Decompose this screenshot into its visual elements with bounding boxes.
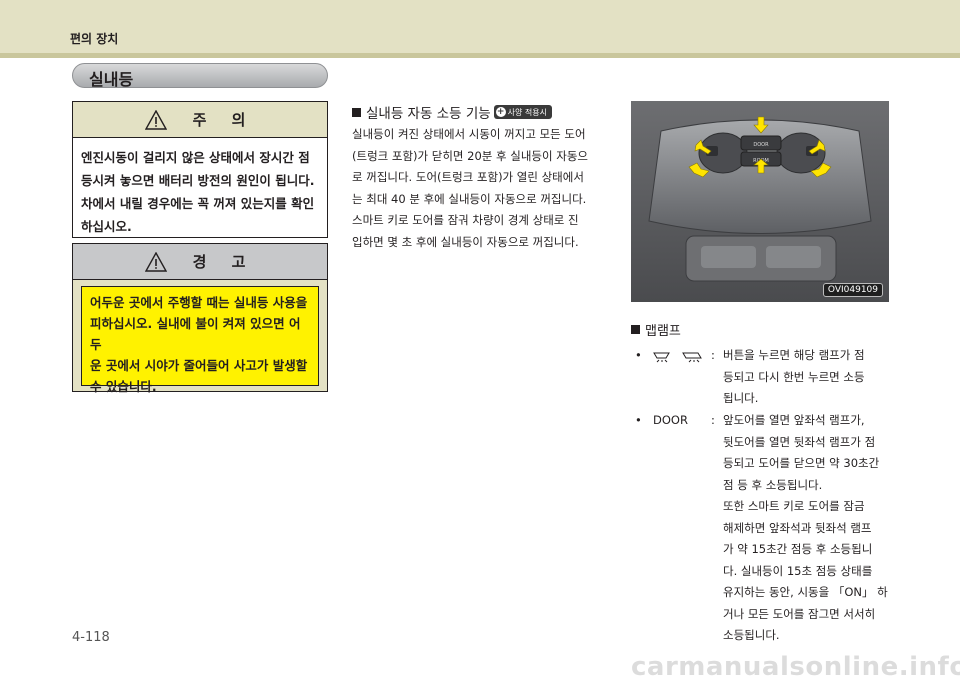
- watermark: carmanualsonline.info: [631, 652, 960, 682]
- section-pill: 실내등: [72, 63, 328, 89]
- paragraph-line: 는 최대 40 분 후에 실내등이 자동으로 꺼집니다.: [352, 191, 587, 206]
- colon: :: [711, 348, 715, 362]
- option-badge: + 사양 적용시: [493, 105, 552, 119]
- paragraph-line: 실내등이 켜진 상태에서 시동이 꺼지고 모든 도어: [352, 127, 586, 141]
- colon: :: [711, 413, 715, 427]
- warning-text-box: 어두운 곳에서 주행할 때는 실내등 사용을 피하십시오. 실내에 불이 켜져 …: [81, 286, 319, 394]
- warning-box: 경 고 어두운 곳에서 주행할 때는 실내등 사용을 피하십시오. 실내에 불이…: [72, 243, 328, 394]
- caution-text: 엔진시동이 걸리지 않은 상태에서 장시간 점 등시켜 놓으면 배터리 방전의 …: [73, 138, 327, 238]
- overhead-console-photo: DOOR ROOM OVI049109: [631, 101, 889, 302]
- caution-line: 엔진시동이 걸리지 않은 상태에서 장시간 점: [81, 150, 310, 165]
- bullet: •: [635, 348, 642, 362]
- page-header-band: 편의 장치: [0, 0, 960, 58]
- page-number: 4-118: [72, 630, 110, 645]
- warning-header: 경 고: [73, 244, 327, 280]
- desc-line: 유지하는 동안, 시동을 「ON」 하: [723, 585, 888, 599]
- map-lamp-title: 맵램프: [645, 324, 681, 339]
- caution-line: 차에서 내릴 경우에는 꼭 꺼져 있는지를 확인: [81, 196, 315, 211]
- map-lamp-icons: [653, 345, 705, 367]
- door-button-label: DOOR: [753, 142, 769, 148]
- paragraph-line: 로 꺼집니다. 도어(트렁크 포함)가 열린 상태에서: [352, 170, 584, 184]
- desc-line: 버튼을 누르면 해당 램프가 점: [723, 348, 865, 362]
- auto-off-heading: 실내등 자동 소등 기능 + 사양 적용시: [352, 102, 552, 122]
- paragraph-line: 스마트 키로 도어를 잠궈 차량이 경계 상태로 진: [352, 213, 579, 227]
- section-pill-label: 실내등: [89, 70, 134, 89]
- caution-line: 등시켜 놓으면 배터리 방전의 원인이 됩니다.: [81, 173, 315, 188]
- desc-line: 등되고 도어를 닫으면 약 30초간: [723, 456, 880, 470]
- desc-line: 다. 실내등이 15초 점등 상태를: [723, 563, 873, 578]
- map-lamp-left-icon: [653, 352, 670, 362]
- chapter-title: 편의 장치: [70, 32, 119, 46]
- warning-line: 피하십시오. 실내에 불이 켜져 있으면 어두: [90, 316, 301, 352]
- paragraph-line: 입하면 몇 초 후에 실내등이 자동으로 꺼집니다.: [352, 234, 579, 249]
- caution-title: 주 의: [192, 111, 256, 129]
- plus-icon: +: [495, 107, 506, 117]
- console-illustration: DOOR ROOM: [631, 101, 889, 302]
- desc-line: 가 약 15초간 점등 후 소등됩니: [723, 542, 873, 556]
- warning-line: 어두운 곳에서 주행할 때는 실내등 사용을: [90, 295, 308, 310]
- desc-line: 등되고 다시 한번 누르면 소등: [723, 369, 865, 384]
- header-rule: [0, 53, 960, 58]
- warning-line: 운 곳에서 시야가 줄어들어 사고가 발생할: [90, 358, 308, 373]
- paragraph-line: (트렁크 포함)가 닫히면 20분 후 실내등이 자동으: [352, 148, 588, 163]
- desc-line: 앞도어를 열면 앞좌석 램프가,: [723, 413, 865, 427]
- warning-triangle-icon: [144, 109, 167, 130]
- warning-line: 수 있습니다.: [90, 379, 157, 394]
- desc-line: 점 등 후 소등됩니다.: [723, 477, 823, 492]
- warning-triangle-icon: [144, 251, 167, 272]
- caution-box: 주 의 엔진시동이 걸리지 않은 상태에서 장시간 점 등시켜 놓으면 배터리 …: [72, 101, 328, 238]
- desc-line: 또한 스마트 키로 도어를 잠금: [723, 499, 865, 513]
- caution-line: 하십시오.: [81, 219, 132, 234]
- map-lamp-description: 버튼을 누르면 해당 램프가 점 등되고 다시 한번 누르면 소등 됩니다.: [723, 345, 895, 410]
- door-description: 앞도어를 열면 앞좌석 램프가, 뒷도어를 열면 뒷좌석 램프가 점 등되고 도…: [723, 410, 895, 647]
- map-lamp-right-icon: [682, 352, 702, 362]
- door-label: DOOR: [653, 413, 688, 427]
- option-badge-label: 사양 적용시: [507, 107, 547, 117]
- square-bullet-icon: [352, 107, 361, 117]
- photo-code: OVI049109: [822, 283, 883, 297]
- bullet: •: [635, 413, 642, 427]
- desc-line: 거나 모든 도어를 잠그면 서서히: [723, 606, 876, 621]
- desc-line: 소등됩니다.: [723, 628, 780, 642]
- map-lamp-heading: 맵램프: [631, 320, 681, 339]
- map-lamp-item: • : 버튼을 누르면 해당 램프가 점 등되고 다시 한번 누르면 소등 됩니…: [635, 345, 897, 411]
- caution-header: 주 의: [73, 102, 327, 138]
- desc-line: 뒷도어를 열면 뒷좌석 램프가 점: [723, 434, 876, 449]
- desc-line: 됩니다.: [723, 391, 759, 405]
- square-bullet-icon: [631, 325, 640, 334]
- warning-title: 경 고: [192, 253, 256, 271]
- door-item: • DOOR : 앞도어를 열면 앞좌석 램프가, 뒷도어를 열면 뒷좌석 램프…: [635, 410, 897, 650]
- desc-line: 해제하면 앞좌석과 뒷좌석 램프: [723, 520, 872, 535]
- auto-off-paragraph: 실내등이 켜진 상태에서 시동이 꺼지고 모든 도어 (트렁크 포함)가 닫히면…: [352, 124, 610, 253]
- auto-off-title: 실내등 자동 소등 기능: [366, 106, 491, 122]
